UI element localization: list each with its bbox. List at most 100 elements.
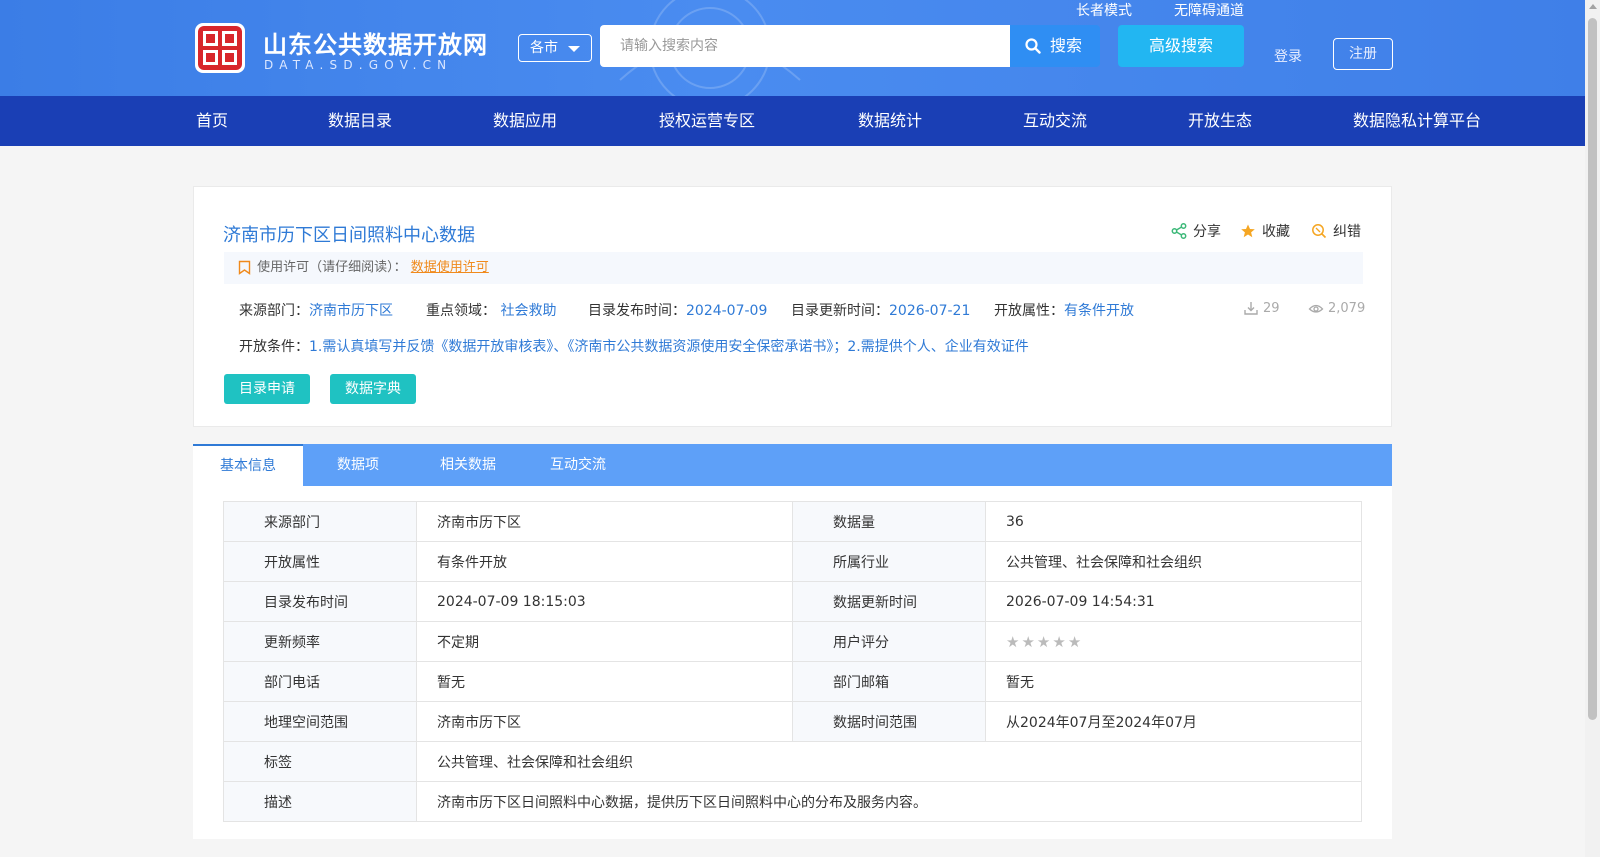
info-value: 不定期 [416,621,793,662]
meta-update-time-value: 2026-07-21 [889,303,971,319]
table-row: 描述 济南市历下区日间照料中心数据，提供历下区日间照料中心的分布及服务内容。 [223,781,1362,822]
open-conditions-value: 1.需认真填写并反馈《数据开放审核表》、《济南市公共数据资源使用安全保密承诺书》… [309,339,1029,355]
info-value: 济南市历下区日间照料中心数据，提供历下区日间照料中心的分布及服务内容。 [416,781,1362,822]
meta-source-dept-value[interactable]: 济南市历下区 [309,303,393,319]
meta-key-area: 重点领域： 社会救助 [426,300,556,320]
view-count: 2,079 [1308,300,1365,316]
info-key: 数据更新时间 [792,581,986,622]
info-value: 从2024年07月至2024年07月 [985,701,1362,742]
nav-item-privacy-computing[interactable]: 数据隐私计算平台 [1353,96,1481,146]
table-row: 部门电话 暂无 部门邮箱 暂无 [223,661,1362,702]
license-bar: 使用许可（请仔细阅读）： 数据使用许可 [224,252,1363,284]
info-key: 目录发布时间 [223,581,417,622]
info-key: 部门电话 [223,661,417,702]
page-scrollbar[interactable] [1585,0,1600,857]
report-error-label: 纠错 [1333,224,1361,240]
search-input[interactable] [600,25,1010,67]
star-icon[interactable]: ★ [1006,633,1019,651]
info-key: 地理空间范围 [223,701,417,742]
table-row: 目录发布时间 2024-07-09 18:15:03 数据更新时间 2026-0… [223,581,1362,622]
star-icon[interactable]: ★ [1052,633,1065,651]
share-icon [1171,223,1187,239]
info-key: 所属行业 [792,541,986,582]
data-dictionary-button[interactable]: 数据字典 [330,374,416,404]
info-key: 数据时间范围 [792,701,986,742]
scrollbar-thumb[interactable] [1588,18,1597,720]
download-icon [1244,302,1258,315]
share-button[interactable]: 分享 [1171,221,1221,241]
catalog-apply-button[interactable]: 目录申请 [224,374,310,404]
open-conditions: 开放条件：1.需认真填写并反馈《数据开放审核表》、《济南市公共数据资源使用安全保… [239,336,1029,356]
nav-item-ecosystem[interactable]: 开放生态 [1188,96,1252,146]
meta-update-time: 目录更新时间：2026-07-21 [791,300,970,320]
info-key: 来源部门 [223,501,417,542]
table-row: 来源部门 济南市历下区 数据量 36 [223,501,1362,542]
star-icon[interactable]: ★ [1068,633,1081,651]
info-key: 用户评分 [792,621,986,662]
table-row: 标签 公共管理、社会保障和社会组织 [223,741,1362,782]
report-error-icon [1312,224,1327,239]
eye-icon [1308,304,1324,313]
dataset-title: 济南市历下区日间照料中心数据 [223,225,475,246]
info-key: 部门邮箱 [792,661,986,702]
basic-info-table: 来源部门 济南市历下区 数据量 36 开放属性 有条件开放 所属行业 公共管理、… [223,501,1362,822]
tab-related-data[interactable]: 相关数据 [413,444,523,486]
info-key: 描述 [223,781,417,822]
info-value: 公共管理、社会保障和社会组织 [985,541,1362,582]
info-value: 济南市历下区 [416,501,793,542]
star-icon[interactable]: ★ [1037,633,1050,651]
nav-item-home[interactable]: 首页 [196,96,228,146]
meta-open-attr-label: 开放属性： [994,303,1064,319]
nav-item-authorized-ops[interactable]: 授权运营专区 [659,96,755,146]
accessibility-link[interactable]: 无障碍通道 [1174,0,1244,20]
table-row: 更新频率 不定期 用户评分 ★ ★ ★ ★ ★ [223,621,1362,662]
favorite-button[interactable]: 收藏 [1240,221,1290,241]
nav-item-statistics[interactable]: 数据统计 [858,96,922,146]
meta-open-attr-value: 有条件开放 [1064,303,1134,319]
register-button[interactable]: 注册 [1333,38,1393,70]
info-key: 更新频率 [223,621,417,662]
share-label: 分享 [1193,224,1221,240]
city-select-label: 各市 [530,40,558,56]
tab-interaction[interactable]: 互动交流 [523,444,633,486]
site-domain: DATA.SD.GOV.CN [264,58,453,72]
nav-item-apps[interactable]: 数据应用 [493,96,557,146]
download-count-value: 29 [1263,300,1280,316]
info-value: 36 [985,501,1362,542]
tab-basic-info[interactable]: 基本信息 [193,444,303,486]
nav-item-interaction[interactable]: 互动交流 [1023,96,1087,146]
view-count-value: 2,079 [1328,300,1366,316]
info-value: 有条件开放 [416,541,793,582]
search-button[interactable]: 搜索 [1010,25,1100,67]
meta-key-area-label: 重点领域： [426,303,496,319]
search-button-label: 搜索 [1050,36,1083,55]
meta-publish-time-label: 目录发布时间： [588,303,686,319]
info-value: 济南市历下区 [416,701,793,742]
meta-publish-time-value: 2024-07-09 [686,303,768,319]
advanced-search-button[interactable]: 高级搜索 [1118,25,1244,67]
license-link[interactable]: 数据使用许可 [411,260,489,275]
table-row: 地理空间范围 济南市历下区 数据时间范围 从2024年07月至2024年07月 [223,701,1362,742]
meta-key-area-value[interactable]: 社会救助 [500,303,556,319]
meta-update-time-label: 目录更新时间： [791,303,889,319]
meta-open-attr: 开放属性：有条件开放 [994,300,1134,320]
info-key: 数据量 [792,501,986,542]
site-title[interactable]: 山东公共数据开放网 [263,25,488,60]
info-value: 2024-07-09 18:15:03 [416,581,793,622]
city-select[interactable]: 各市 [518,34,592,62]
star-icon [1241,224,1255,238]
nav-item-catalog[interactable]: 数据目录 [328,96,392,146]
info-value: 暂无 [416,661,793,702]
bookmark-icon [238,260,251,275]
scroll-up-arrow-icon[interactable] [1589,4,1597,9]
info-value: 公共管理、社会保障和社会组织 [416,741,1362,782]
meta-source-dept: 来源部门：济南市历下区 [239,300,393,320]
elder-mode-link[interactable]: 长者模式 [1076,0,1132,20]
dataset-detail-card: 济南市历下区日间照料中心数据 分享 收藏 纠错 使用许可（请仔细阅读）： 数据使… [193,186,1392,427]
login-link[interactable]: 登录 [1274,46,1302,66]
star-icon[interactable]: ★ [1021,633,1034,651]
search-icon [1025,38,1041,54]
user-rating[interactable]: ★ ★ ★ ★ ★ [985,621,1362,662]
tab-data-items[interactable]: 数据项 [303,444,413,486]
report-error-button[interactable]: 纠错 [1311,221,1361,241]
